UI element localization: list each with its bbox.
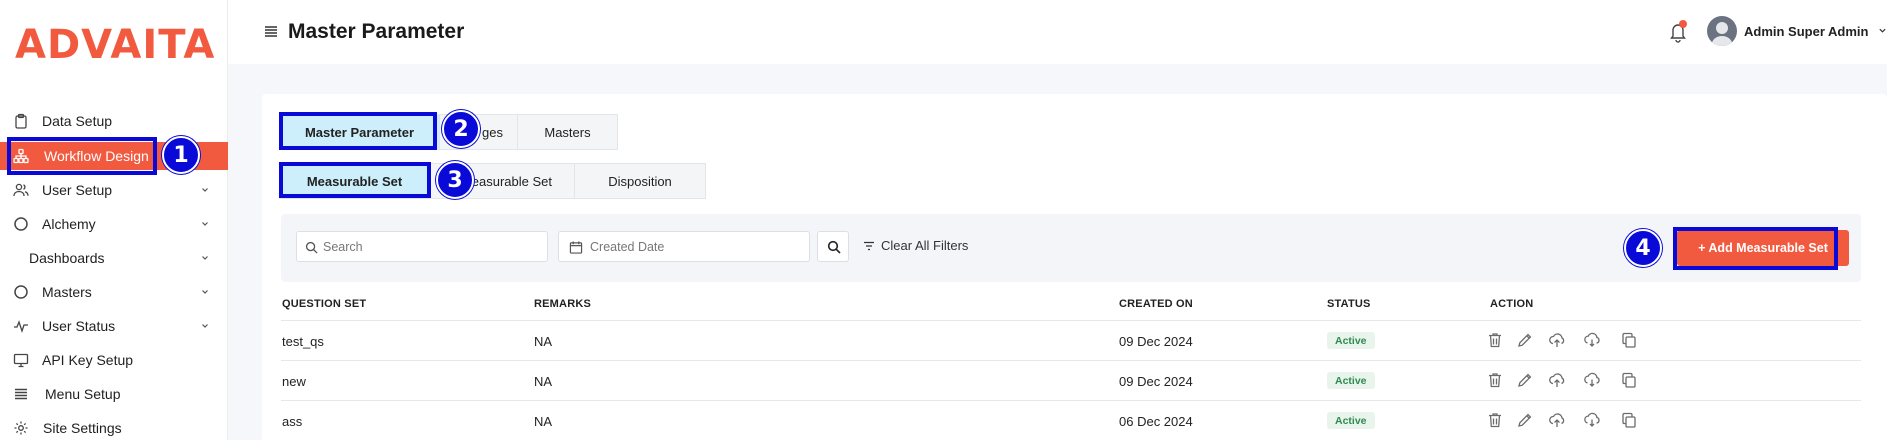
avatar[interactable] <box>1707 16 1737 46</box>
status-badge: Active <box>1327 372 1375 389</box>
cell-created-on: 09 Dec 2024 <box>1119 374 1193 389</box>
edit-icon[interactable] <box>1516 331 1534 349</box>
gear-icon <box>14 421 28 435</box>
table-divider <box>281 360 1861 361</box>
column-header: REMARKS <box>534 298 592 310</box>
status-badge: Active <box>1327 332 1375 349</box>
annotation-badge-2: 2 <box>442 110 480 148</box>
top-header: Master Parameter Admin Super Admin <box>228 0 1887 64</box>
chevron-down-icon <box>202 222 208 226</box>
calendar-icon <box>569 241 583 254</box>
clear-filters-label: Clear All Filters <box>881 238 969 253</box>
notification-dot <box>1679 20 1687 28</box>
sidebar-item-user-status[interactable]: User Status <box>0 312 228 340</box>
brand-logo: ADVAITA <box>15 22 216 68</box>
status-badge: Active <box>1327 412 1375 429</box>
clipboard-icon <box>15 113 27 129</box>
sidebar-item-label: API Key Setup <box>42 352 134 368</box>
cell-question-set[interactable]: ass <box>282 414 302 429</box>
annotation-badge-1: 1 <box>162 136 200 174</box>
annotation-highlight-2 <box>279 112 437 150</box>
column-header: STATUS <box>1327 298 1371 310</box>
tab-masters[interactable]: Masters <box>518 115 617 149</box>
chevron-down-icon <box>202 324 208 328</box>
sidebar-item-masters[interactable]: Masters <box>0 278 228 306</box>
upload-icon[interactable] <box>1548 411 1566 429</box>
search-icon <box>305 241 318 254</box>
menu-lines-icon <box>15 388 27 400</box>
column-header: ACTION <box>1490 298 1534 310</box>
annotation-badge-3: 3 <box>436 161 474 199</box>
search-icon <box>827 240 841 254</box>
sidebar-item-api-key-setup[interactable]: API Key Setup <box>0 346 228 374</box>
table-divider <box>281 400 1861 401</box>
date-placeholder: Created Date <box>590 240 665 254</box>
edit-icon[interactable] <box>1516 411 1534 429</box>
sidebar: ADVAITA Data Setup Workflow Design User … <box>0 0 228 440</box>
cell-created-on: 09 Dec 2024 <box>1119 334 1193 349</box>
chevron-down-icon <box>202 188 208 192</box>
cloud-upload-icon[interactable] <box>1583 371 1601 389</box>
tab-disposition[interactable]: Disposition <box>575 164 705 198</box>
page-title: Master Parameter <box>288 20 465 43</box>
edit-icon[interactable] <box>1516 371 1534 389</box>
cell-question-set[interactable]: test_qs <box>282 334 324 349</box>
cell-remarks: NA <box>534 334 553 349</box>
cell-created-on: 06 Dec 2024 <box>1119 414 1193 429</box>
chevron-down-icon <box>202 290 208 294</box>
api-icon <box>13 353 29 368</box>
sidebar-item-dashboards[interactable]: Dashboards <box>0 244 228 272</box>
upload-icon[interactable] <box>1548 371 1566 389</box>
search-placeholder: Search <box>323 240 363 254</box>
copy-icon[interactable] <box>1620 411 1638 429</box>
sidebar-item-label: Masters <box>42 284 92 300</box>
chevron-down-icon <box>202 256 208 260</box>
clear-filters-button[interactable]: Clear All Filters <box>863 238 968 253</box>
sidebar-item-user-setup[interactable]: User Setup <box>0 176 228 204</box>
cell-question-set[interactable]: new <box>282 374 306 389</box>
hamburger-menu-icon[interactable] <box>264 24 278 38</box>
cell-remarks: NA <box>534 374 553 389</box>
annotation-highlight-4 <box>1673 227 1838 270</box>
sidebar-item-label: Menu Setup <box>45 386 121 402</box>
sidebar-item-label: Site Settings <box>43 420 122 436</box>
sidebar-item-label: User Setup <box>42 182 113 198</box>
trash-icon[interactable] <box>1486 371 1504 389</box>
created-date-input[interactable]: Created Date <box>558 231 810 262</box>
table-divider <box>281 320 1861 321</box>
circle-icon <box>14 217 28 231</box>
trash-icon[interactable] <box>1486 411 1504 429</box>
column-header: CREATED ON <box>1119 298 1193 310</box>
copy-icon[interactable] <box>1620 331 1638 349</box>
sidebar-item-data-setup[interactable]: Data Setup <box>0 107 228 135</box>
activity-icon <box>14 320 28 334</box>
copy-icon[interactable] <box>1620 371 1638 389</box>
annotation-highlight-1 <box>7 137 157 175</box>
circle-icon <box>14 285 28 299</box>
sidebar-item-menu-setup[interactable]: Menu Setup <box>0 380 228 408</box>
annotation-highlight-3 <box>279 162 431 198</box>
cell-remarks: NA <box>534 414 553 429</box>
cloud-upload-icon[interactable] <box>1583 331 1601 349</box>
column-header: QUESTION SET <box>282 298 367 310</box>
filter-icon <box>864 241 874 250</box>
trash-icon[interactable] <box>1486 331 1504 349</box>
sidebar-item-label: Alchemy <box>42 216 96 232</box>
user-name[interactable]: Admin Super Admin <box>1744 24 1868 39</box>
upload-icon[interactable] <box>1548 331 1566 349</box>
sidebar-item-alchemy[interactable]: Alchemy <box>0 210 228 238</box>
users-icon <box>13 183 29 197</box>
sidebar-item-site-settings[interactable]: Site Settings <box>0 414 228 440</box>
chevron-down-icon[interactable] <box>1878 26 1887 35</box>
search-button[interactable] <box>817 231 849 262</box>
cloud-upload-icon[interactable] <box>1583 411 1601 429</box>
sidebar-item-label: User Status <box>42 318 116 334</box>
sidebar-item-label: Data Setup <box>42 113 113 129</box>
search-input[interactable]: Search <box>296 231 548 262</box>
annotation-badge-4: 4 <box>1624 229 1662 267</box>
sidebar-item-label: Dashboards <box>29 250 105 266</box>
